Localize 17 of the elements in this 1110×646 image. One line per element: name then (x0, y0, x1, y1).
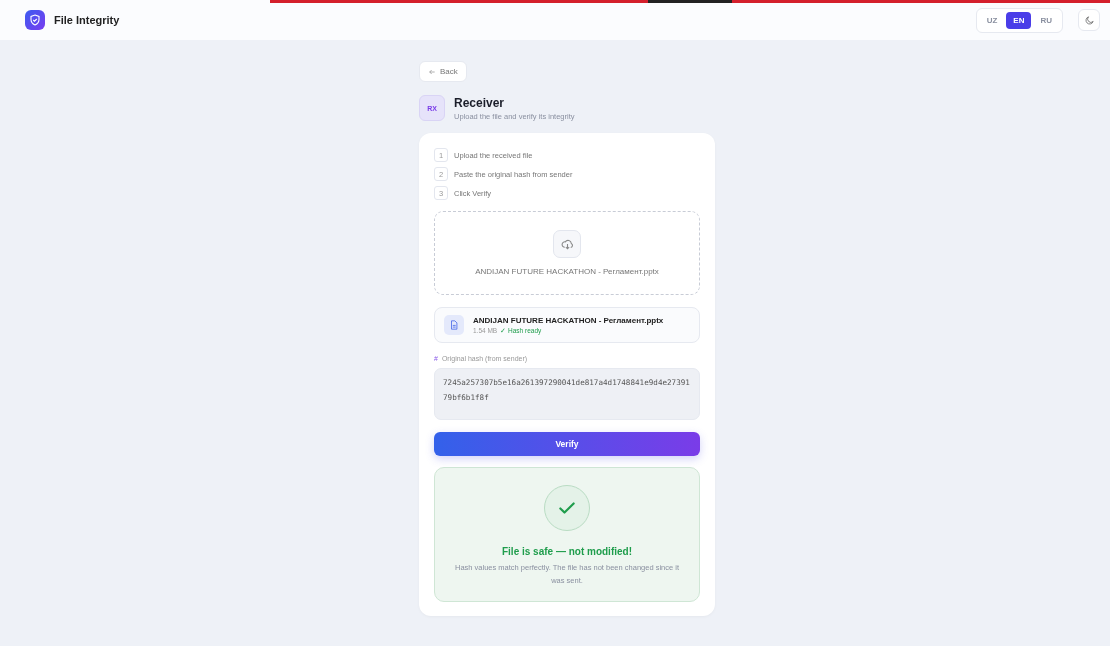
app-title: File Integrity (54, 14, 120, 26)
result-title: File is safe — not modified! (502, 546, 632, 557)
dropzone-filename: ANDIJAN FUTURE HACKATHON - Регламент.pptx (475, 267, 659, 276)
language-tab[interactable]: EN (1006, 11, 1032, 29)
language-tab[interactable]: RU (1033, 11, 1059, 29)
arrow-left-icon (428, 67, 436, 76)
document-icon (444, 315, 464, 335)
file-dropzone[interactable]: ANDIJAN FUTURE HACKATHON - Регламент.pptx (434, 211, 700, 295)
cloud-upload-icon (553, 230, 581, 258)
back-button[interactable]: Back (419, 61, 467, 82)
moon-icon[interactable] (1078, 9, 1100, 31)
shield-logo-icon (25, 10, 45, 30)
checkmark-icon (544, 485, 590, 531)
language-tab[interactable]: UZ (979, 11, 1005, 29)
page-title: Receiver (454, 95, 506, 110)
verify-button[interactable]: Verify (434, 432, 700, 456)
file-name: ANDIJAN FUTURE HACKATHON - Регламент.pptx (473, 315, 664, 325)
